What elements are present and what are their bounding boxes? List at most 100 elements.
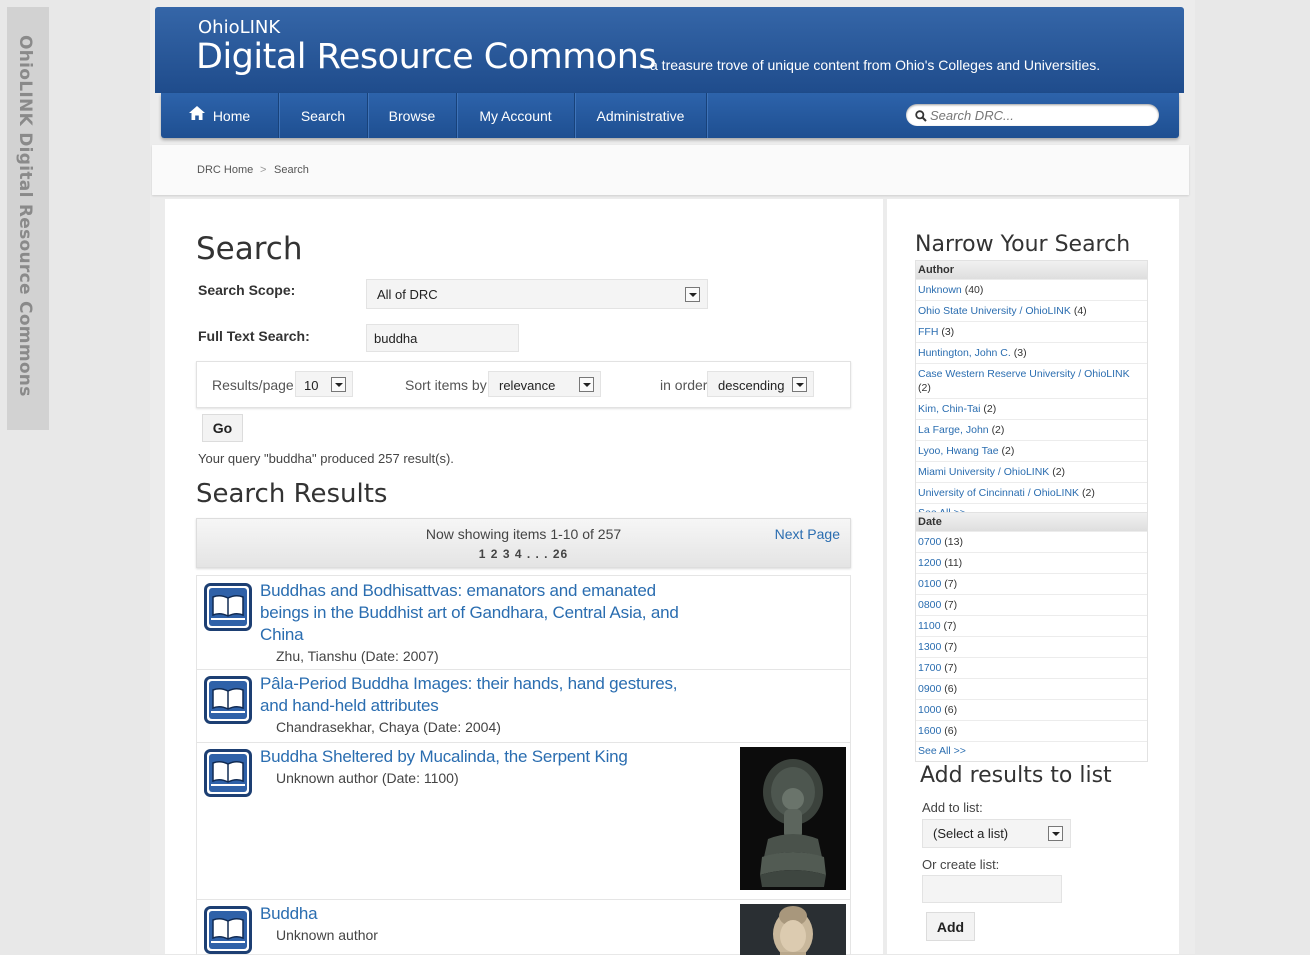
facet-item[interactable]: 1200 (11) bbox=[916, 552, 1147, 573]
facet-item[interactable]: Case Western Reserve University / OhioLI… bbox=[916, 363, 1147, 398]
rpp-select[interactable]: 10 bbox=[295, 371, 353, 397]
result-meta: Unknown author (Date: 1100) bbox=[276, 770, 459, 786]
list-select-value: (Select a list) bbox=[933, 826, 1009, 841]
facet-item[interactable]: Ohio State University / OhioLINK (4) bbox=[916, 300, 1147, 321]
pagination-pages[interactable]: 1 2 3 4 . . . 26 bbox=[197, 547, 850, 561]
author-facet: Author Unknown (40) Ohio State Universit… bbox=[915, 260, 1148, 524]
result-title-link[interactable]: Pâla-Period Buddha Images: their hands, … bbox=[260, 673, 700, 717]
nav-browse[interactable]: Browse bbox=[368, 93, 457, 138]
facet-item[interactable]: University of Cincinnati / OhioLINK (2) bbox=[916, 482, 1147, 503]
facet-item[interactable]: 1100 (7) bbox=[916, 615, 1147, 636]
add-to-list-heading: Add results to list bbox=[920, 763, 1112, 788]
fulltext-label: Full Text Search: bbox=[198, 328, 310, 344]
breadcrumb-separator: > bbox=[260, 164, 267, 176]
result-meta: Chandrasekhar, Chaya (Date: 2004) bbox=[276, 719, 501, 735]
result-item: Buddha Sheltered by Mucalinda, the Serpe… bbox=[197, 742, 850, 900]
scope-label: Search Scope: bbox=[198, 282, 296, 298]
facet-item[interactable]: 0700 (13) bbox=[916, 531, 1147, 552]
next-page-link[interactable]: Next Page bbox=[775, 526, 840, 542]
facet-item[interactable]: Unknown (40) bbox=[916, 279, 1147, 300]
facet-item[interactable]: 1700 (7) bbox=[916, 657, 1147, 678]
nav-search[interactable]: Search bbox=[279, 93, 368, 138]
order-select-value: descending bbox=[718, 378, 785, 393]
go-button[interactable]: Go bbox=[202, 414, 243, 442]
nav-administrative[interactable]: Administrative bbox=[575, 93, 707, 138]
chevron-down-icon bbox=[685, 287, 700, 302]
book-icon bbox=[204, 749, 252, 797]
query-summary: Your query "buddha" produced 257 result(… bbox=[198, 451, 454, 466]
scope-select[interactable]: All of DRC bbox=[366, 279, 708, 309]
facet-item[interactable]: 1300 (7) bbox=[916, 636, 1147, 657]
page-title: Search bbox=[196, 231, 303, 267]
side-feedback-tab[interactable]: OhioLINK Digital Resource Commons bbox=[7, 7, 49, 430]
header-tagline: a treasure trove of unique content from … bbox=[650, 57, 1101, 73]
create-list-input[interactable] bbox=[922, 875, 1062, 903]
order-select[interactable]: descending bbox=[707, 371, 814, 397]
site-header: OhioLINK Digital Resource Commons a trea… bbox=[155, 7, 1184, 93]
facet-item[interactable]: 0800 (7) bbox=[916, 594, 1147, 615]
breadcrumb-home[interactable]: DRC Home bbox=[197, 164, 253, 176]
search-options: Results/page 10 Sort items by relevance … bbox=[196, 361, 851, 408]
result-title-link[interactable]: Buddha Sheltered by Mucalinda, the Serpe… bbox=[260, 746, 700, 768]
list-select[interactable]: (Select a list) bbox=[922, 819, 1071, 848]
breadcrumb: DRC Home > Search bbox=[152, 145, 1189, 195]
facet-item[interactable]: FFH (3) bbox=[916, 321, 1147, 342]
pagination-showing: Now showing items 1-10 of 257 bbox=[425, 526, 622, 542]
author-facet-heading: Author bbox=[916, 261, 1147, 279]
sort-select[interactable]: relevance bbox=[488, 371, 601, 397]
create-list-label: Or create list: bbox=[922, 857, 1000, 872]
result-item: Buddhas and Bodhisattvas: emanators and … bbox=[197, 576, 850, 670]
result-meta: Unknown author bbox=[276, 927, 378, 943]
scope-select-value: All of DRC bbox=[377, 287, 438, 302]
order-label: in order bbox=[660, 377, 708, 393]
result-meta: Zhu, Tianshu (Date: 2007) bbox=[276, 648, 439, 664]
narrow-heading: Narrow Your Search bbox=[915, 232, 1131, 257]
buddha-head-thumbnail[interactable] bbox=[740, 904, 846, 955]
sort-select-value: relevance bbox=[499, 378, 556, 393]
main-content: Search Search Scope: All of DRC Full Tex… bbox=[165, 199, 883, 955]
header-subtitle[interactable]: OhioLINK bbox=[198, 17, 280, 38]
chevron-down-icon bbox=[792, 377, 807, 392]
facet-item[interactable]: Miami University / OhioLINK (2) bbox=[916, 461, 1147, 482]
rpp-select-value: 10 bbox=[304, 378, 319, 393]
side-tab-label: OhioLINK Digital Resource Commons bbox=[15, 35, 35, 397]
book-icon bbox=[204, 676, 252, 724]
add-button[interactable]: Add bbox=[926, 912, 975, 941]
main-nav: Home Search Browse My Account Administra… bbox=[161, 93, 1179, 138]
rpp-label: Results/page bbox=[212, 377, 294, 393]
facet-item[interactable]: 1000 (6) bbox=[916, 699, 1147, 720]
results-list: Buddhas and Bodhisattvas: emanators and … bbox=[196, 575, 851, 955]
fulltext-input[interactable] bbox=[366, 324, 519, 352]
drc-search-input[interactable] bbox=[930, 106, 1150, 124]
result-title-link[interactable]: Buddha bbox=[260, 903, 700, 925]
sort-label: Sort items by bbox=[405, 377, 487, 393]
facet-item[interactable]: Kim, Chin-Tai (2) bbox=[916, 398, 1147, 419]
nav-home[interactable]: Home bbox=[161, 93, 279, 138]
home-icon bbox=[188, 92, 205, 139]
buddha-sculpture-thumbnail[interactable] bbox=[740, 747, 846, 890]
breadcrumb-current: Search bbox=[274, 164, 309, 176]
results-heading: Search Results bbox=[196, 479, 388, 509]
book-icon bbox=[204, 906, 252, 954]
result-title-link[interactable]: Buddhas and Bodhisattvas: emanators and … bbox=[260, 580, 700, 646]
result-item: Buddha Unknown author bbox=[197, 899, 850, 955]
search-icon[interactable] bbox=[915, 109, 927, 127]
date-see-all-link[interactable]: See All >> bbox=[916, 741, 1147, 761]
facet-item[interactable]: 1600 (6) bbox=[916, 720, 1147, 741]
nav-my-account[interactable]: My Account bbox=[457, 93, 575, 138]
facet-item[interactable]: 0900 (6) bbox=[916, 678, 1147, 699]
result-item: Pâla-Period Buddha Images: their hands, … bbox=[197, 669, 850, 743]
date-facet: Date 0700 (13) 1200 (11) 0100 (7) 0800 (… bbox=[915, 512, 1148, 762]
nav-home-label: Home bbox=[212, 108, 251, 124]
facet-item[interactable]: Huntington, John C. (3) bbox=[916, 342, 1147, 363]
facet-item[interactable]: 0100 (7) bbox=[916, 573, 1147, 594]
chevron-down-icon bbox=[579, 377, 594, 392]
facet-item[interactable]: La Farge, John (2) bbox=[916, 419, 1147, 440]
header-title[interactable]: Digital Resource Commons bbox=[196, 37, 657, 77]
sidebar: Narrow Your Search Author Unknown (40) O… bbox=[887, 199, 1179, 954]
chevron-down-icon bbox=[1048, 826, 1063, 841]
drc-search-box bbox=[906, 104, 1159, 126]
facet-item[interactable]: Lyoo, Hwang Tae (2) bbox=[916, 440, 1147, 461]
pagination: Now showing items 1-10 of 257 1 2 3 4 . … bbox=[196, 518, 851, 568]
date-facet-heading: Date bbox=[916, 513, 1147, 531]
